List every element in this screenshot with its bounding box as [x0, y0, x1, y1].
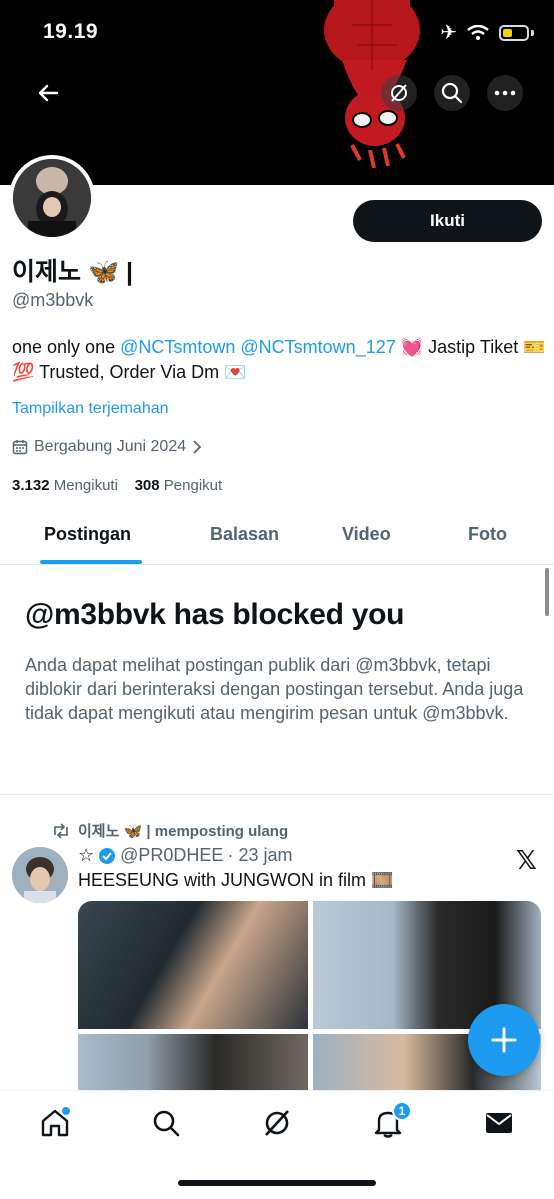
- nav-notifications[interactable]: 1: [366, 1101, 412, 1145]
- nav-grok[interactable]: [255, 1101, 299, 1145]
- bio-mention-nctsmtown[interactable]: @NCTsmtown: [120, 337, 235, 357]
- profile-bio: one only one @NCTsmtown @NCTsmtown_127 💓…: [12, 335, 547, 385]
- translate-link[interactable]: Tampilkan terjemahan: [12, 400, 169, 418]
- grok-icon: [265, 1110, 289, 1136]
- repost-icon: [54, 822, 68, 839]
- post-header: ☆ @PR0DHEE · 23 jam: [78, 845, 292, 866]
- grok-icon: [391, 84, 407, 102]
- joined-label: Bergabung Juni 2024: [34, 438, 187, 455]
- nav-home[interactable]: [33, 1101, 77, 1145]
- profile-handle: @m3bbvk: [12, 290, 94, 310]
- post-avatar-image: [12, 847, 68, 903]
- mail-icon: [486, 1113, 512, 1133]
- plus-icon: [491, 1027, 517, 1053]
- home-unread-dot: [62, 1107, 70, 1115]
- profile-banner[interactable]: 19.19 ✈: [0, 0, 554, 185]
- following-count: 3.132: [12, 477, 50, 494]
- followers-link[interactable]: 308 Pengikut: [135, 477, 223, 494]
- active-tab-indicator: [40, 560, 142, 564]
- home-indicator: [178, 1180, 376, 1186]
- x-logo-icon: 𝕏: [516, 845, 537, 875]
- profile-name: 이제노 🦋 |: [12, 258, 134, 286]
- back-button[interactable]: [30, 75, 66, 111]
- grok-button[interactable]: [381, 75, 417, 111]
- following-label: Mengikuti: [53, 477, 118, 494]
- nav-messages[interactable]: [477, 1101, 521, 1145]
- scrollbar[interactable]: [545, 568, 549, 616]
- more-icon: [494, 90, 516, 96]
- follow-button[interactable]: Ikuti: [353, 200, 542, 242]
- joined-date[interactable]: Bergabung Juni 2024: [12, 438, 202, 456]
- bio-text: one only one: [12, 337, 121, 357]
- blocked-description: Anda dapat melihat postingan publik dari…: [25, 655, 524, 723]
- chevron-right-icon: [193, 440, 202, 454]
- repost-text: 이제노 🦋 | memposting ulang: [78, 823, 289, 840]
- author-name[interactable]: ☆: [78, 845, 94, 866]
- followers-count: 308: [134, 477, 160, 494]
- search-icon: [441, 82, 463, 104]
- bio-mention-nctsmtown-127[interactable]: @NCTsmtown_127: [240, 337, 395, 357]
- arrow-left-icon: [38, 84, 59, 102]
- post-image-1[interactable]: [78, 901, 308, 1029]
- profile-tabs: Postingan Balasan Video Foto: [0, 510, 554, 565]
- calendar-icon: [12, 440, 28, 455]
- follow-counts: 3.132 Mengikuti 308 Pengikut: [12, 477, 222, 494]
- tab-video[interactable]: Video: [342, 524, 391, 545]
- followers-label: Pengikut: [163, 477, 223, 494]
- divider: [0, 794, 554, 795]
- more-button[interactable]: [487, 75, 523, 111]
- tab-postingan[interactable]: Postingan: [44, 524, 131, 545]
- post-time: · 23 jam: [227, 845, 293, 865]
- battery-nub: [531, 29, 534, 36]
- verified-badge-icon: [99, 847, 116, 864]
- search-icon: [153, 1110, 180, 1137]
- post-media-grid[interactable]: [78, 901, 541, 1101]
- post-author-avatar[interactable]: [12, 847, 68, 903]
- wifi-icon: [467, 24, 489, 40]
- status-icons: ✈: [440, 20, 534, 45]
- tab-balasan[interactable]: Balasan: [210, 524, 279, 545]
- status-time: 19.19: [43, 20, 99, 43]
- blocked-title: @m3bbvk has blocked you: [25, 598, 405, 631]
- post-text: HEESEUNG with JUNGWON in film 🎞️: [78, 870, 394, 890]
- author-handle[interactable]: @PR0DHEE: [120, 845, 223, 866]
- following-link[interactable]: 3.132 Mengikuti: [12, 477, 118, 494]
- tab-foto[interactable]: Foto: [468, 524, 507, 545]
- airplane-icon: ✈: [440, 22, 457, 44]
- repost-indicator[interactable]: 이제노 🦋 | memposting ulang: [52, 820, 288, 841]
- search-button[interactable]: [434, 75, 470, 111]
- battery-icon: [499, 24, 529, 41]
- compose-button[interactable]: [468, 1004, 540, 1076]
- profile-avatar[interactable]: [9, 155, 95, 241]
- notifications-badge: 1: [392, 1101, 412, 1121]
- nav-search[interactable]: [144, 1101, 188, 1145]
- avatar-image: [13, 159, 91, 237]
